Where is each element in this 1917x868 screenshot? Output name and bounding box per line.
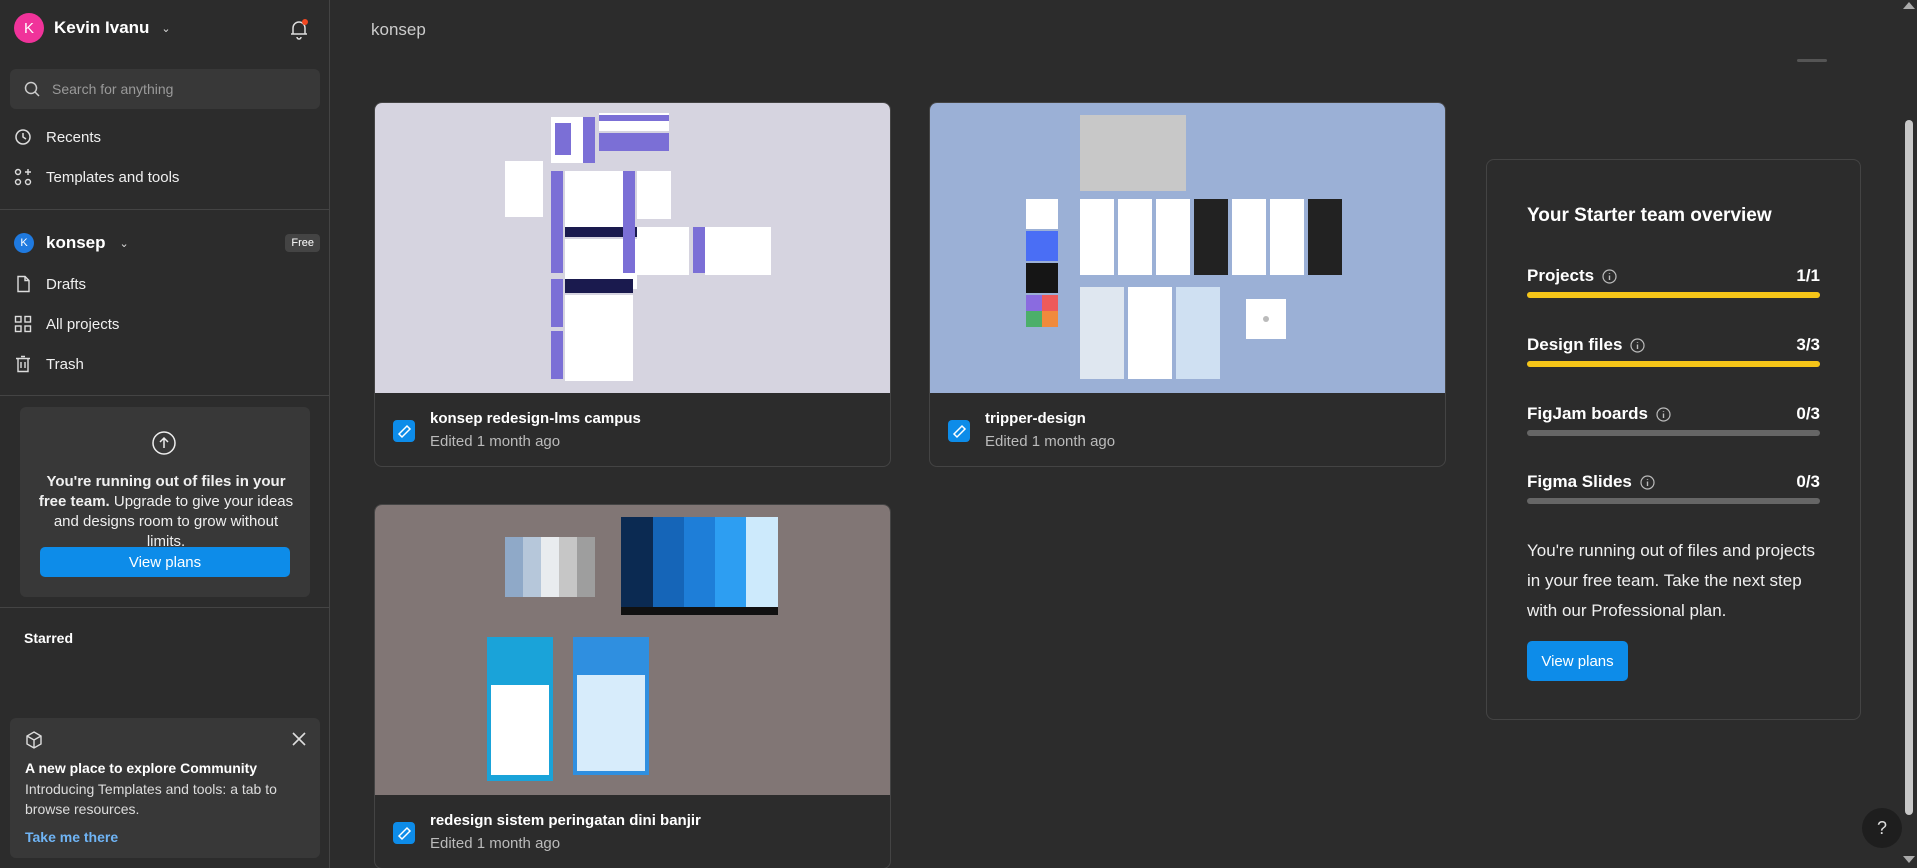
scroll-down-arrow[interactable] — [1903, 856, 1915, 863]
info-icon[interactable] — [1630, 337, 1646, 353]
templates-icon — [14, 168, 32, 186]
design-file-icon — [948, 420, 970, 442]
view-plans-button[interactable]: View plans — [1527, 641, 1628, 681]
usage-count: 0/3 — [1796, 472, 1820, 491]
bell-icon[interactable] — [288, 18, 310, 40]
usage-progress-bar — [1527, 430, 1820, 436]
usage-label: Figma Slides — [1527, 472, 1632, 491]
usage-label: FigJam boards — [1527, 404, 1648, 423]
file-name: konsep redesign-lms campus — [430, 410, 641, 427]
scroll-up-arrow[interactable] — [1903, 2, 1915, 9]
nav-trash[interactable]: Trash — [14, 355, 84, 373]
usage-label: Design files — [1527, 335, 1623, 354]
divider — [0, 209, 330, 210]
trash-icon — [16, 355, 30, 373]
usage-progress-fill — [1527, 361, 1820, 367]
info-icon[interactable] — [1656, 406, 1671, 422]
nav-recents[interactable]: Recents — [14, 128, 101, 146]
file-name: tripper-design — [985, 410, 1086, 427]
nav-templates[interactable]: Templates and tools — [14, 168, 179, 186]
search-input[interactable] — [52, 81, 292, 97]
chevron-down-icon: ⌄ — [119, 237, 129, 250]
app: K Kevin Ivanu ⌄ Recents — [0, 0, 1917, 868]
divider — [1797, 59, 1827, 62]
usage-progress-bar — [1527, 292, 1820, 298]
sidebar: K Kevin Ivanu ⌄ Recents — [0, 0, 330, 868]
view-plans-button[interactable]: View plans — [40, 547, 290, 577]
info-icon[interactable] — [1602, 268, 1617, 284]
clock-icon — [15, 129, 31, 145]
nav-trash-label: Trash — [46, 355, 84, 373]
file-card[interactable]: tripper-design Edited 1 month ago — [929, 102, 1446, 467]
file-thumbnail — [930, 103, 1445, 393]
file-card[interactable]: konsep redesign-lms campus Edited 1 mont… — [374, 102, 891, 467]
team-avatar: K — [14, 233, 34, 253]
community-description: Introducing Templates and tools: a tab t… — [25, 781, 277, 817]
team-name: konsep — [46, 233, 106, 252]
breadcrumb: konsep — [371, 20, 426, 39]
nav-drafts-label: Drafts — [46, 275, 87, 293]
file-card[interactable]: redesign sistem peringatan dini banjir E… — [374, 504, 891, 868]
avatar: K — [14, 13, 44, 43]
usage-row-design-files: Design files 3/3 — [1527, 335, 1820, 367]
design-file-icon — [393, 822, 415, 844]
file-icon — [17, 275, 30, 293]
starred-heading: Starred — [24, 630, 74, 646]
divider — [0, 607, 330, 608]
usage-row-slides: Figma Slides 0/3 — [1527, 472, 1820, 504]
file-edited: Edited 1 month ago — [430, 433, 561, 450]
usage-row-figjam: FigJam boards 0/3 — [1527, 404, 1820, 436]
file-edited: Edited 1 month ago — [430, 835, 561, 852]
community-title: A new place to explore Community — [25, 760, 258, 776]
team-overview-panel: Your Starter team overview Projects 1/1 … — [1486, 159, 1861, 720]
info-icon[interactable] — [1640, 474, 1655, 490]
nav-drafts[interactable]: Drafts — [14, 275, 86, 293]
user-name: Kevin Ivanu — [54, 18, 150, 37]
usage-row-projects: Projects 1/1 — [1527, 266, 1820, 298]
nav-recents-label: Recents — [46, 128, 102, 146]
upgrade-message: You're running out of files in your free… — [38, 472, 294, 552]
team-switcher[interactable]: K konsep ⌄ Free — [14, 233, 320, 253]
cube-icon — [26, 731, 42, 749]
grid-icon — [14, 315, 32, 333]
nav-all-projects[interactable]: All projects — [14, 315, 119, 333]
overview-title: Your Starter team overview — [1527, 205, 1772, 226]
usage-count: 3/3 — [1796, 335, 1820, 354]
nav-templates-label: Templates and tools — [46, 168, 180, 186]
search-bar[interactable] — [10, 69, 320, 109]
take-me-there-link[interactable]: Take me there — [25, 829, 118, 845]
plan-badge: Free — [285, 234, 320, 252]
community-card: A new place to explore Community Introdu… — [10, 718, 320, 858]
overview-message: You're running out of files and projects… — [1527, 541, 1816, 620]
usage-progress-bar — [1527, 498, 1820, 504]
upgrade-card: You're running out of files in your free… — [20, 407, 310, 597]
scrollbar[interactable] — [1905, 120, 1913, 815]
file-name: redesign sistem peringatan dini banjir — [430, 812, 701, 829]
usage-progress-fill — [1527, 292, 1820, 298]
file-thumbnail — [375, 505, 890, 795]
file-thumbnail — [375, 103, 890, 393]
arrow-up-circle-icon — [152, 431, 176, 455]
usage-label: Projects — [1527, 266, 1595, 285]
usage-count: 1/1 — [1796, 266, 1820, 285]
help-button[interactable]: ? — [1862, 808, 1902, 848]
usage-count: 0/3 — [1796, 404, 1820, 423]
design-file-icon — [393, 420, 415, 442]
search-icon — [24, 81, 40, 97]
chevron-down-icon: ⌄ — [161, 22, 171, 35]
close-icon[interactable] — [290, 730, 308, 748]
file-edited: Edited 1 month ago — [985, 433, 1116, 450]
user-menu[interactable]: K Kevin Ivanu ⌄ — [14, 13, 171, 43]
usage-progress-bar — [1527, 361, 1820, 367]
divider — [0, 395, 330, 396]
nav-all-projects-label: All projects — [46, 315, 120, 333]
